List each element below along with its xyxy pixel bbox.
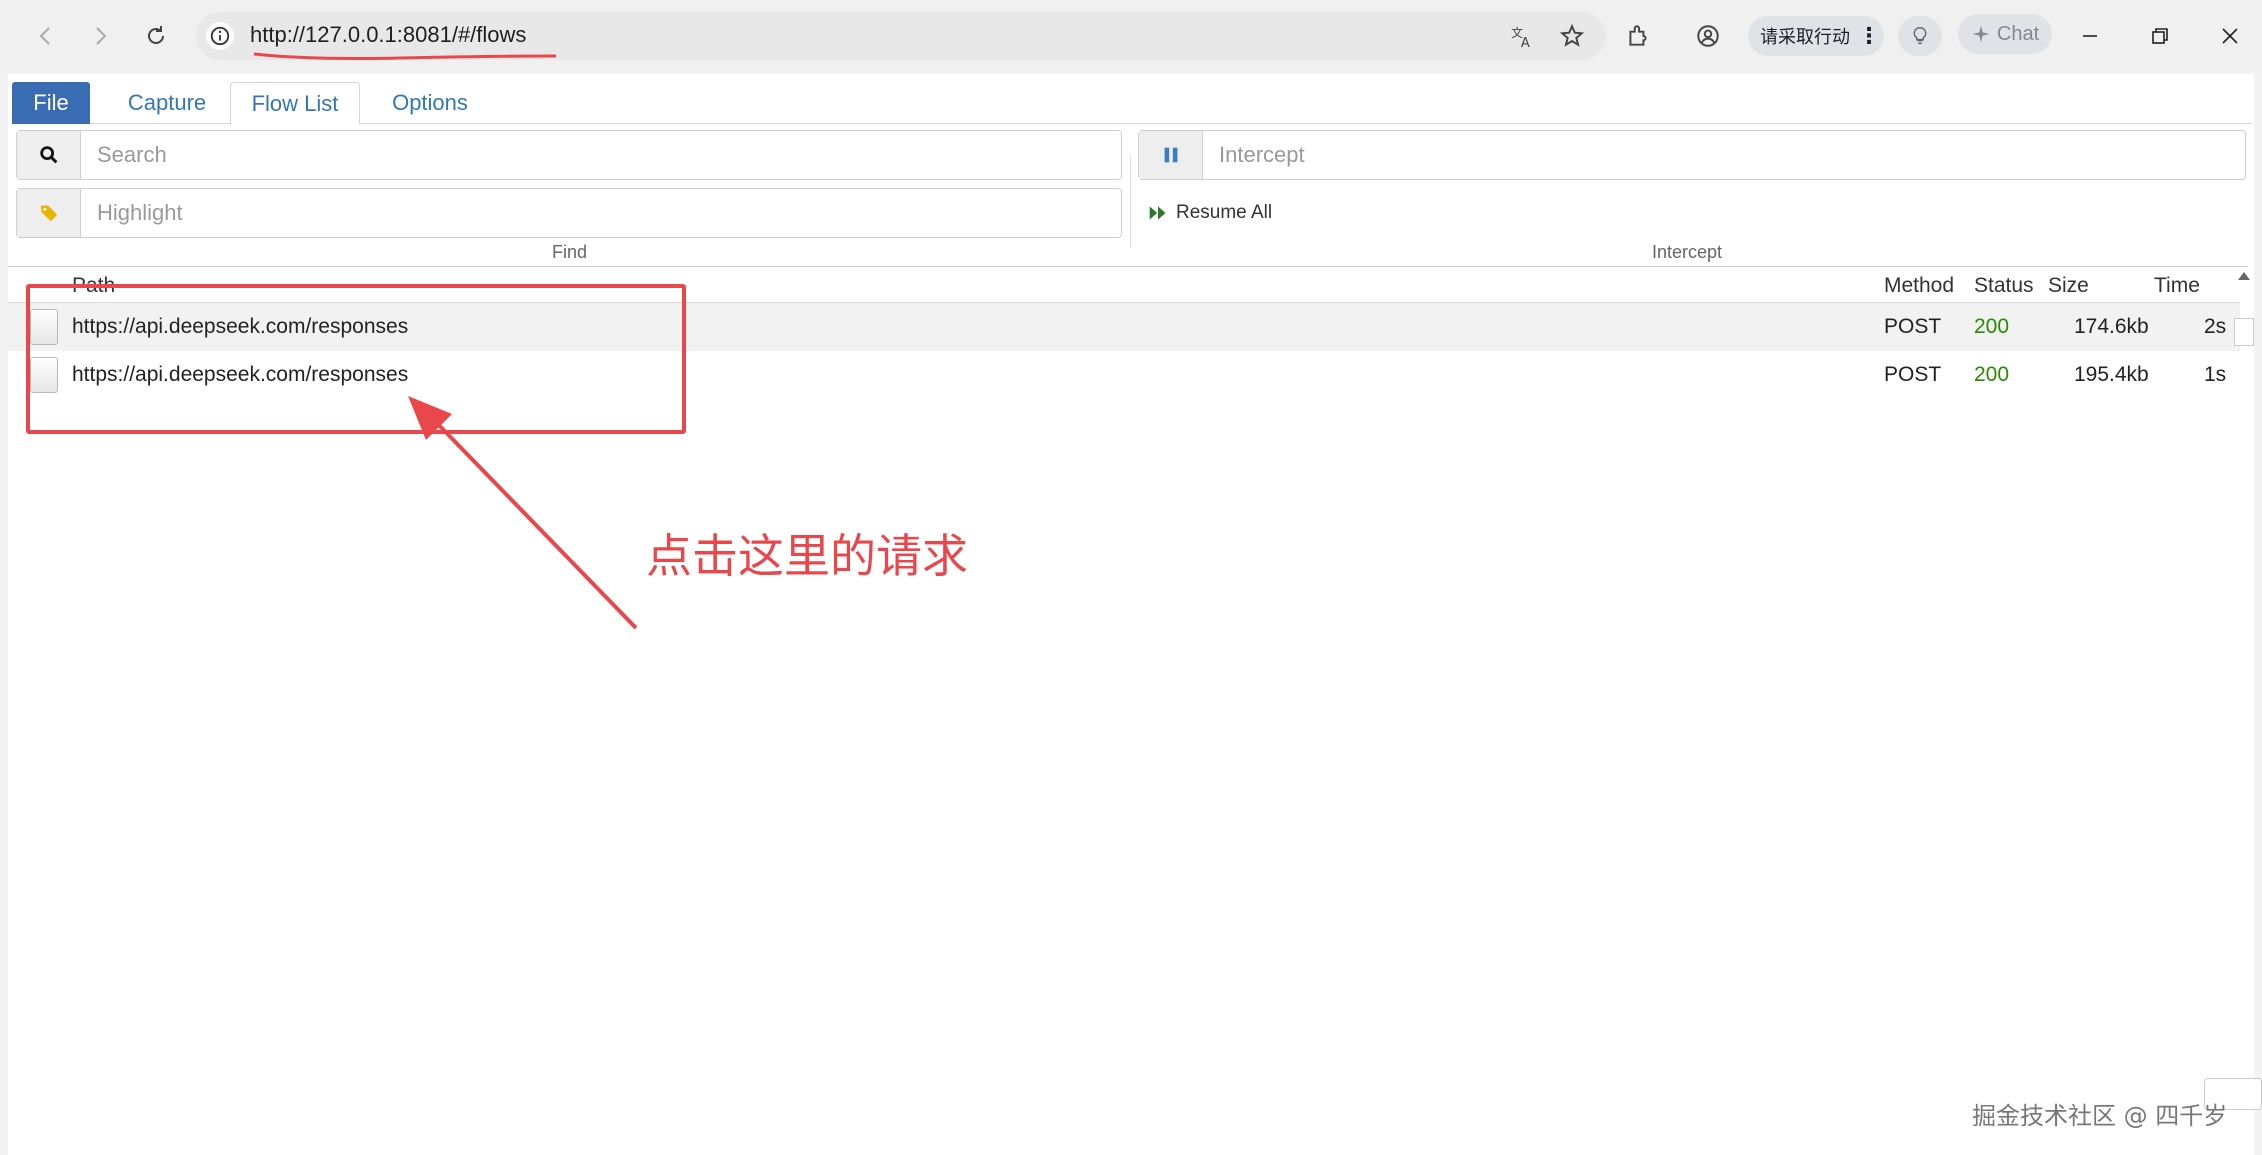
tag-icon [17,189,81,237]
flow-size: 174.6kb [2074,315,2149,338]
take-action-button[interactable]: 请采取行动 ⋮ [1748,16,1884,56]
find-section-label: Find [552,242,588,262]
tab-capture[interactable]: Capture [104,82,230,124]
more-vert-icon: ⋮ [1858,23,1880,48]
search-icon [17,131,81,179]
bookmark-star-icon[interactable] [1554,18,1590,54]
close-window-button[interactable] [2210,18,2250,54]
close-icon [2222,28,2238,44]
flow-status: 200 [1974,363,2010,386]
watermark: 掘金技术社区 @ 四千岁 [1972,1102,2228,1130]
toolbar-divider [1130,154,1131,248]
translate-icon[interactable]: 文A [1504,18,1540,54]
back-arrow-icon [39,27,50,45]
tab-file[interactable]: File [12,82,90,124]
take-action-label: 请采取行动 [1760,27,1850,47]
main-tabs: File Capture Flow List Options [12,82,2252,125]
annotation-highlight-box [26,284,686,434]
flow-method: POST [1884,363,1942,386]
intercept-section-label: Intercept [1652,242,1723,262]
forward-button[interactable] [80,16,120,56]
reload-icon [148,26,164,44]
column-size[interactable]: Size [2048,274,2089,298]
mitmweb-page: File Capture Flow List Options Search Hi… [8,74,2262,1155]
back-button[interactable] [26,16,66,56]
scroll-up-icon[interactable] [2236,268,2252,284]
minimize-button[interactable] [2070,18,2110,54]
pause-icon[interactable] [1139,131,1203,179]
intercept-input[interactable]: Intercept [1219,131,2119,179]
flow-method: POST [1884,315,1942,338]
browser-toolbar: http://127.0.0.1:8081/#/flows 文A 请采取行动 ⋮… [0,0,2262,72]
fast-forward-icon [1149,206,1166,220]
intercept-group: Intercept [1138,130,2246,180]
url-text[interactable]: http://127.0.0.1:8081/#/flows [250,22,526,48]
search-group: Search [16,130,1122,180]
chat-label: Chat [1996,22,2040,45]
resume-all-label: Resume All [1176,202,1273,223]
menu-divider [8,266,2248,267]
scrollbar-thumb[interactable] [2234,318,2254,346]
chat-sparkle-icon [1972,25,1990,43]
url-underline-annotation [253,52,557,60]
tab-options[interactable]: Options [368,82,492,124]
chat-button[interactable]: Chat [1958,14,2052,54]
flow-status: 200 [1974,315,2010,338]
extensions-icon[interactable] [1620,18,1656,54]
profile-icon[interactable] [1690,18,1726,54]
restore-button[interactable] [2140,18,2180,54]
column-status[interactable]: Status [1974,274,2034,298]
svg-text:A: A [1521,36,1530,49]
minimize-icon [2083,35,2097,37]
highlight-group: Highlight [16,188,1122,238]
lightbulb-button[interactable] [1898,16,1942,56]
column-method[interactable]: Method [1884,274,1954,298]
resume-all-button[interactable]: Resume All [1148,202,1272,224]
column-time[interactable]: Time [2154,274,2200,298]
flow-time: 1s [2204,363,2227,386]
forward-arrow-icon [96,27,107,45]
reload-button[interactable] [136,16,176,56]
site-info-icon[interactable] [206,22,234,50]
flow-size: 195.4kb [2074,363,2149,386]
annotation-text: 点击这里的请求 [646,529,968,583]
highlight-input[interactable]: Highlight [97,189,997,237]
search-input[interactable]: Search [97,131,997,179]
restore-icon [2152,28,2168,44]
tab-flow-list[interactable]: Flow List [230,82,360,125]
flow-time: 2s [2204,315,2227,338]
lightbulb-icon [1913,27,1927,45]
